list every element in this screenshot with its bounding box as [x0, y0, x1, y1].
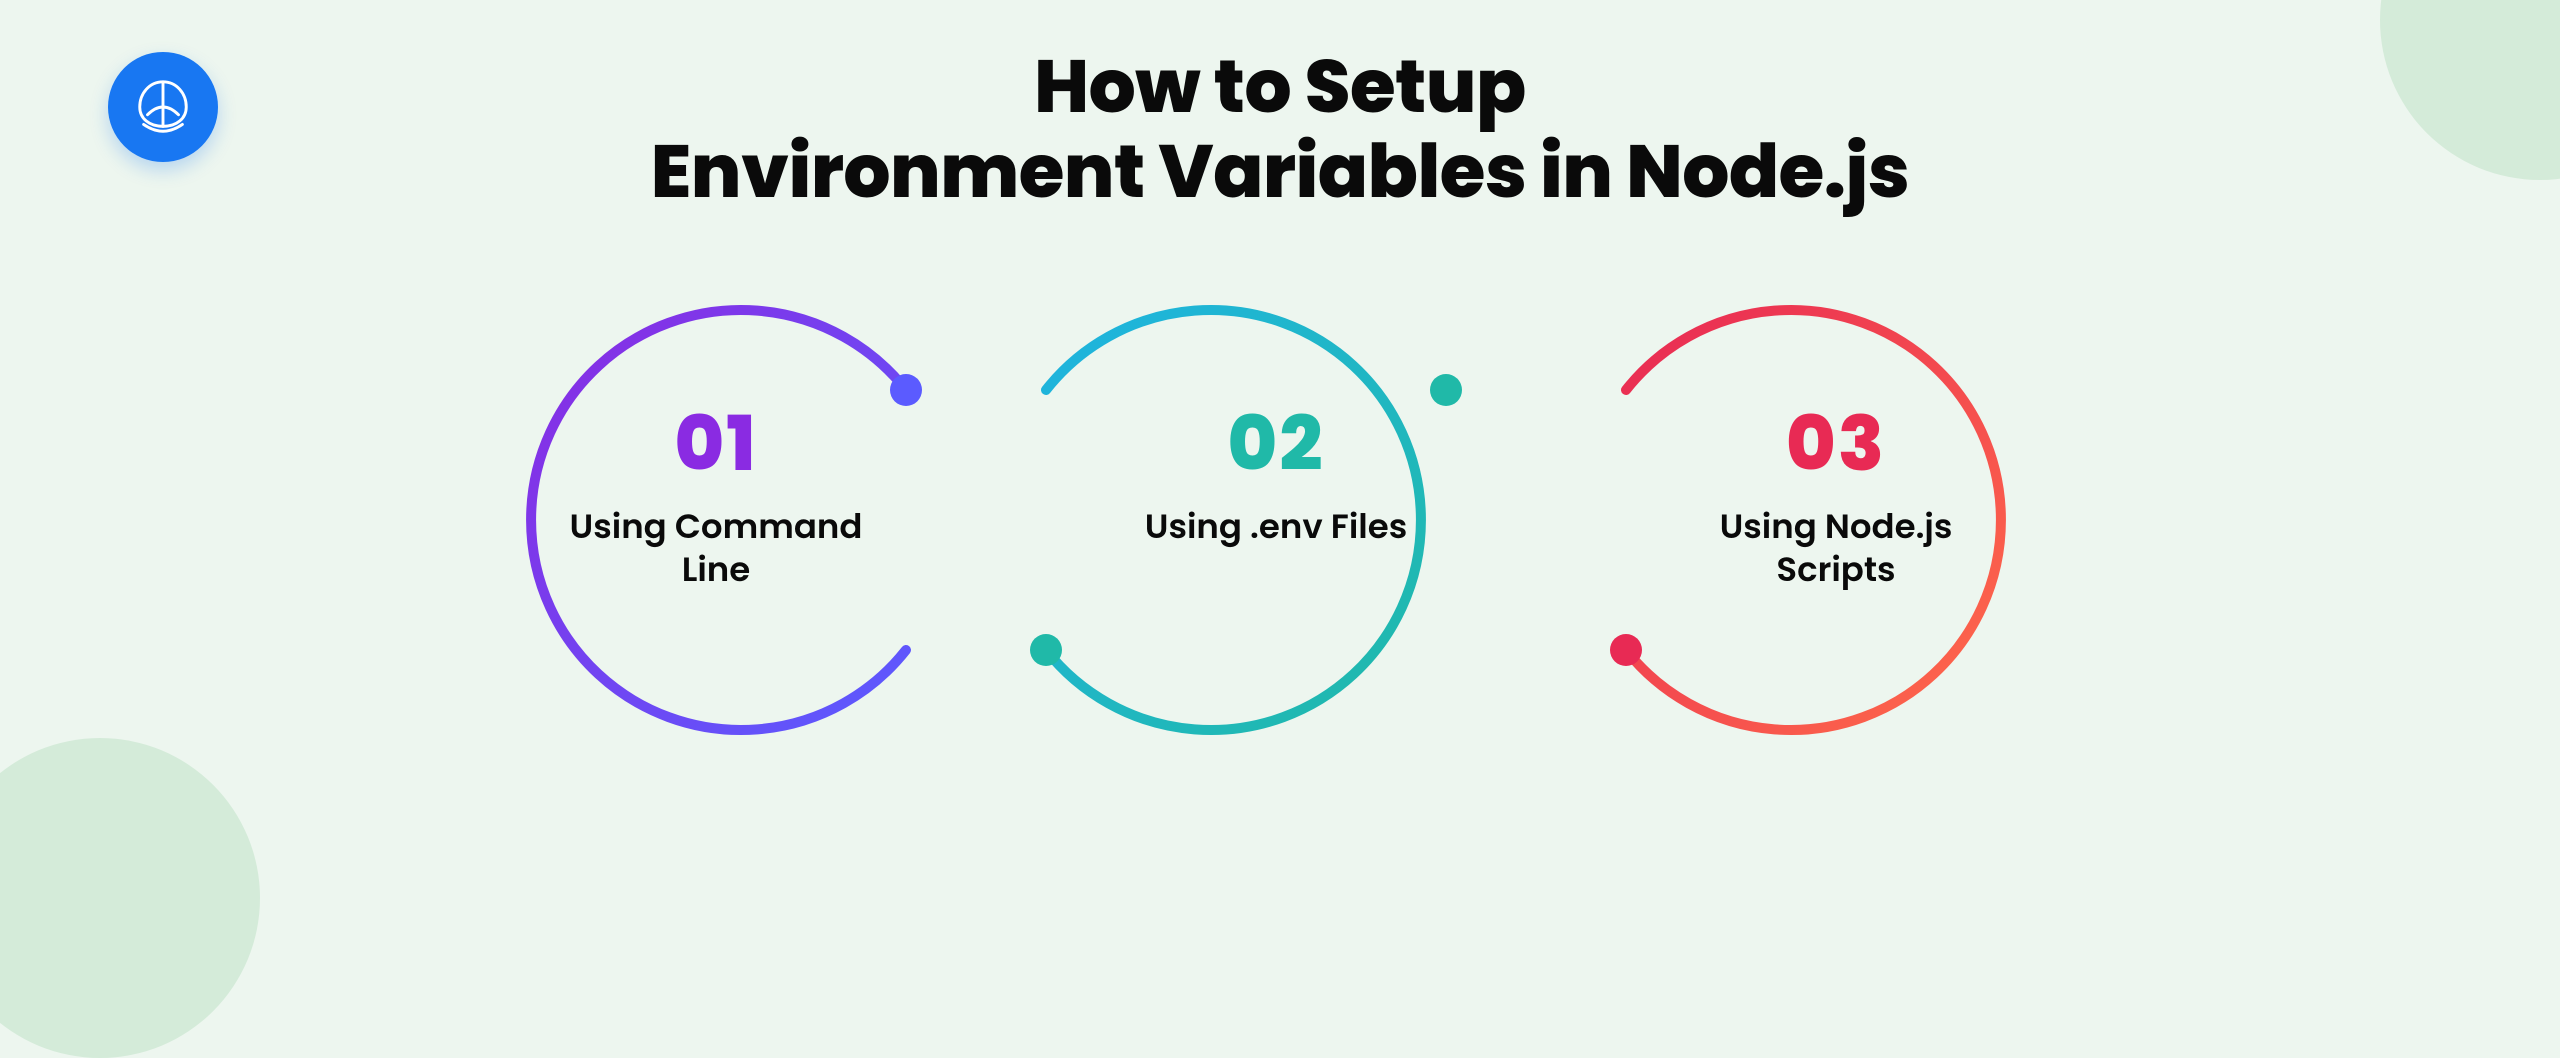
- step-1-number: 01: [526, 386, 906, 501]
- step-1-label-line2: Line: [682, 545, 751, 593]
- page-heading: How to Setup Environment Variables in No…: [0, 44, 2560, 214]
- step-3-label: Using Node.js Scripts: [1646, 505, 2026, 590]
- step-2-label-line1: Using .env Files: [1145, 502, 1407, 550]
- step-1-label-line1: Using Command: [570, 502, 863, 550]
- step-1: 01 Using Command Line: [526, 386, 906, 590]
- step-2: 02 Using .env Files: [1086, 386, 1466, 548]
- step-3-number: 03: [1646, 386, 2026, 501]
- step-2-number: 02: [1086, 386, 1466, 501]
- brand-logo-icon: [132, 76, 194, 138]
- decorative-circle-bottom-left: [0, 738, 260, 1058]
- step-3-label-line1: Using Node.js: [1720, 502, 1953, 550]
- brand-logo-badge: [108, 52, 218, 162]
- step-2-label: Using .env Files: [1086, 505, 1466, 548]
- heading-line-2: Environment Variables in Node.js: [651, 119, 1910, 223]
- steps-diagram: 01 Using Command Line 02 Using .env File…: [440, 260, 2120, 820]
- dot-step-2-bottom: [1030, 634, 1062, 666]
- step-3: 03 Using Node.js Scripts: [1646, 386, 2026, 590]
- step-3-label-line2: Scripts: [1776, 545, 1895, 593]
- dot-step-3: [1610, 634, 1642, 666]
- step-1-label: Using Command Line: [526, 505, 906, 590]
